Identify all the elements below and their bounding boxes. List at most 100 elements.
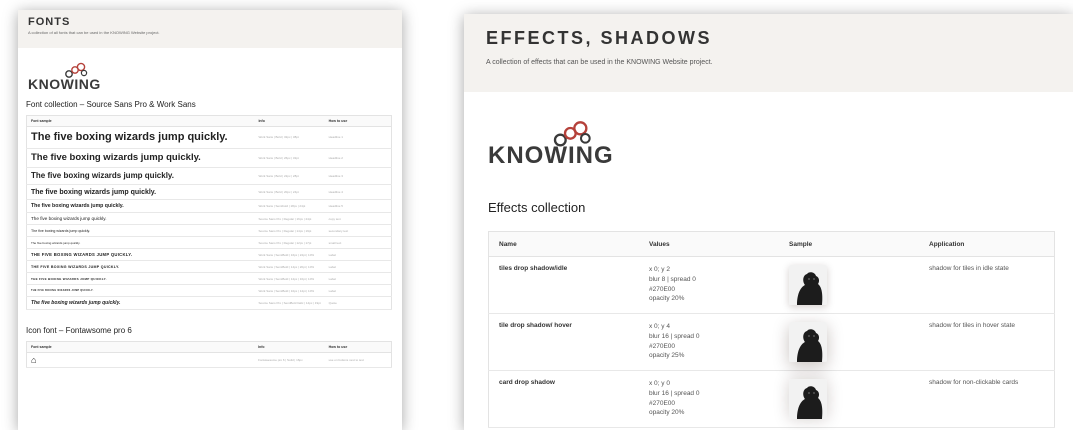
font-info: Work Sans | Semibold | 18px | 24pt (254, 199, 325, 214)
font-sample: The five boxing wizards jump quickly. (26, 236, 255, 250)
font-usage: Label (324, 272, 392, 286)
dog-sample-image (789, 379, 827, 419)
effects-title: EFFECTS, SHADOWS (486, 28, 713, 48)
col-sample: Sample (779, 231, 919, 257)
table-row: The five boxing wizards jump quickly. Sou… (26, 236, 392, 250)
effect-value: #270E00 (649, 399, 676, 407)
table-row: tiles drop shadow/idle x 0; y 2 blur 8 | s… (488, 256, 1055, 314)
effect-values: x 0; y 2 blur 8 | spread 0 #270E00 opacity … (639, 256, 779, 314)
font-sample: The five boxing wizards jump quickly. (26, 184, 255, 201)
table-row: The five boxing wizards jump quickly. Sou… (26, 296, 392, 310)
effect-sample (779, 370, 919, 428)
font-info: Source Sans Pro | Regular | 12px | 17pt (254, 236, 325, 250)
table-row: The five boxing wizards jump quickly. Wor… (26, 272, 392, 286)
effect-value: opacity 20% (649, 409, 685, 417)
knowing-logo: KNOWING (28, 62, 402, 92)
table-row: The five boxing wizards jump quickly. Wor… (26, 284, 392, 298)
font-info: Work Sans | SemiBold | 14px | 20pt | 10% (254, 260, 325, 274)
fonts-subtitle: A collection of all fonts that can be us… (28, 30, 160, 35)
effect-name: tile drop shadow/ hover (488, 313, 639, 371)
col-application: Application (919, 231, 1055, 257)
col-font-sample: Font sample (26, 115, 255, 127)
font-sample: The five boxing wizards jump quickly. (26, 167, 255, 185)
font-sample: The five boxing wizards jump quickly. (26, 224, 255, 238)
col-how-to-use: How to use (324, 115, 392, 127)
table-row: card drop shadow x 0; y 0 blur 16 | spread… (488, 370, 1055, 428)
fonts-table: Font sample Info How to use The five box… (26, 115, 392, 310)
table-row: tile drop shadow/ hover x 0; y 4 blur 16 |… (488, 313, 1055, 371)
font-sample: The five boxing wizards jump quickly. (26, 248, 255, 262)
col-name: Name (488, 231, 639, 257)
effect-value: #270E00 (649, 342, 676, 350)
font-usage: Headline 1 (324, 126, 392, 149)
icon-info: Fontawesome pro 6 | Solid | 16px (254, 352, 325, 368)
dog-sample-image (789, 322, 827, 362)
effects-sheet: EFFECTS, SHADOWS A collection of effects… (464, 14, 1073, 430)
home-icon: ⌂ (26, 352, 255, 368)
gears-icon (64, 62, 87, 78)
effect-application: shadow for non-clickable cards (919, 370, 1055, 428)
font-sample: The five boxing wizards jump quickly. (26, 272, 255, 286)
icon-use: use on buttons next to text (324, 352, 392, 368)
table-row: The five boxing wizards jump quickly. Wor… (26, 260, 392, 274)
effect-value: x 0; y 0 (649, 380, 670, 387)
font-usage: Label (324, 260, 392, 274)
table-row: The five boxing wizards jump quickly. Wor… (26, 248, 392, 262)
font-info: Work Sans | SemiBold | 16px | 24pt | 10% (254, 248, 325, 262)
effect-values: x 0; y 0 blur 16 | spread 0 #270E00 opacity… (639, 370, 779, 428)
effects-subtitle: A collection of effects that can be used… (486, 59, 713, 66)
font-info: Source Sans Pro | SemiBold Italic | 14px… (254, 296, 325, 310)
font-usage: Headline 5 (324, 199, 392, 214)
font-info: Work Sans | SemiBold | 12px | 16pt | 10% (254, 272, 325, 286)
table-row: The five boxing wizards jump quickly. Sou… (26, 212, 392, 226)
font-sample: The five boxing wizards jump quickly. (26, 296, 255, 310)
font-usage: copy text (324, 212, 392, 226)
font-usage: Label (324, 284, 392, 298)
font-usage: Quote (324, 296, 392, 310)
font-collection-title: Font collection – Source Sans Pro & Work… (26, 100, 196, 109)
font-info: Work Sans | Bold | 32px | 38pt (254, 126, 325, 149)
font-usage: small text (324, 236, 392, 250)
effects-header: EFFECTS, SHADOWS A collection of effects… (464, 14, 1073, 92)
effect-value: blur 16 | spread 0 (649, 332, 700, 340)
table-row: The five boxing wizards jump quickly. Wor… (26, 126, 392, 149)
font-sample: The five boxing wizards jump quickly. (26, 126, 255, 149)
effect-name: card drop shadow (488, 370, 639, 428)
table-row: The five boxing wizards jump quickly. Sou… (26, 224, 392, 238)
fonts-title: FONTS (28, 16, 71, 28)
icon-font-title: Icon font – Fontawsome pro 6 (26, 325, 132, 335)
font-info: Source Sans Pro | Regular | 14px | 19pt (254, 224, 325, 238)
fonts-sheet: FONTS A collection of all fonts that can… (18, 10, 402, 430)
effect-value: blur 8 | spread 0 (649, 275, 696, 283)
table-row: ⌂ Fontawesome pro 6 | Solid | 16px use o… (26, 352, 392, 368)
effect-value: blur 16 | spread 0 (649, 389, 700, 397)
effect-sample (779, 313, 919, 371)
dog-sample-image (789, 265, 827, 305)
fonts-header: FONTS A collection of all fonts that can… (18, 10, 402, 48)
font-info: Work Sans | Bold | 26px | 32pt (254, 148, 325, 168)
font-usage: Headline 3 (324, 167, 392, 185)
effect-value: #270E00 (649, 285, 676, 293)
effect-value: opacity 25% (649, 352, 685, 360)
font-usage: secondary text (324, 224, 392, 238)
font-sample: The five boxing wizards jump quickly. (26, 284, 255, 298)
font-sample: The five boxing wizards jump quickly. (26, 199, 255, 214)
icon-col-font-sample: Font sample (26, 341, 255, 353)
effect-values: x 0; y 4 blur 16 | spread 0 #270E00 opacity… (639, 313, 779, 371)
font-usage: Headline 2 (324, 148, 392, 168)
effect-name: tiles drop shadow/idle (488, 256, 639, 314)
effect-application: shadow for tiles in idle state (919, 256, 1055, 314)
gears-icon (553, 121, 591, 147)
icon-col-how-to-use: How to use (324, 341, 392, 353)
font-info: Work Sans | Bold | 22px | 28pt (254, 167, 325, 185)
font-info: Source Sans Pro | Regular | 16px | 24pt (254, 212, 325, 226)
font-sample: The five boxing wizards jump quickly. (26, 260, 255, 274)
effect-value: x 0; y 4 (649, 323, 670, 330)
table-row: The five boxing wizards jump quickly. Wor… (26, 148, 392, 168)
effect-value: x 0; y 2 (649, 266, 670, 273)
col-info: Info (254, 115, 325, 127)
icon-table: Font sample Info How to use ⌂ Fontawesom… (26, 340, 392, 368)
col-values: Values (639, 231, 779, 257)
font-usage: Label (324, 248, 392, 262)
effect-sample (779, 256, 919, 314)
